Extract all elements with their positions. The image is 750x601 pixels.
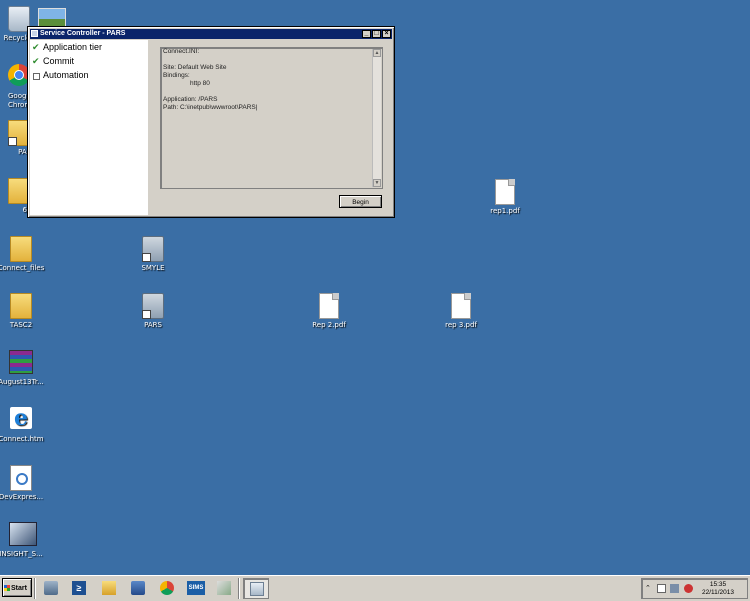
shortcut-arrow-icon — [8, 137, 17, 146]
desktop-icon-insight[interactable]: INSIGHT_S... — [0, 522, 52, 559]
desktop-icon-rep3-pdf[interactable]: rep 3.pdf — [430, 293, 492, 330]
checkmark-icon[interactable] — [32, 40, 40, 54]
close-button[interactable]: × — [382, 30, 391, 38]
system-tray: ⌃ 15:35 22/11/2013 — [641, 578, 748, 599]
shortcut-arrow-icon — [142, 310, 151, 319]
desktop-icon-label: rep1.pdf — [490, 207, 520, 215]
pdf-file-icon — [319, 293, 339, 319]
log-line: Site: Default Web Site — [163, 64, 227, 71]
clock-time: 15:35 — [709, 581, 727, 588]
taskbar-separator — [34, 578, 36, 599]
windows-logo-icon — [4, 585, 10, 591]
taskbar: Start ≥ SIMS ⌃ 15:35 22/11/2013 — [0, 575, 750, 601]
powershell-icon: ≥ — [72, 581, 86, 595]
desktop-icon-connect-files[interactable]: Connect_files — [0, 236, 52, 273]
output-log[interactable]: Connect.INI: Site: Default Web Site Bind… — [160, 47, 383, 189]
taskbar-chrome[interactable] — [156, 578, 178, 599]
window-title: Service Controller - PARS — [40, 30, 126, 37]
start-button[interactable]: Start — [2, 578, 32, 597]
taskbar-powershell[interactable]: ≥ — [68, 578, 90, 599]
log-scrollbar[interactable]: ▲ ▼ — [372, 49, 381, 187]
taskbar-sims[interactable]: SIMS — [185, 578, 207, 599]
service-controller-window: Service Controller - PARS _ □ × Applicat… — [27, 26, 395, 218]
tree-item-label: Application tier — [43, 42, 103, 52]
log-line: http 80 — [190, 80, 210, 87]
start-label: Start — [11, 585, 27, 592]
tree-item-label: Automation — [43, 70, 89, 80]
folder-icon — [10, 293, 32, 319]
insight-icon — [9, 522, 37, 546]
window-app-icon — [31, 30, 38, 37]
log-line: Path: C:\inetpub\wwwroot\PARS| — [163, 104, 258, 111]
desktop-icon-label: Connect_files — [0, 264, 45, 272]
service-tree: Application tier Commit Automation — [30, 40, 148, 215]
folder-icon — [102, 581, 116, 595]
checkbox-icon[interactable] — [33, 73, 40, 80]
action-center-flag-icon[interactable] — [657, 584, 666, 593]
desktop-icon-rep1-pdf[interactable]: rep1.pdf — [474, 179, 536, 216]
taskbar-tool[interactable] — [213, 578, 235, 599]
desktop-icon-label: rep 3.pdf — [445, 321, 477, 329]
taskbar-service-controller[interactable] — [243, 578, 269, 599]
taskbar-server-manager[interactable] — [40, 578, 62, 599]
show-hidden-icons-chevron-icon[interactable]: ⌃ — [645, 584, 654, 593]
window-titlebar[interactable]: Service Controller - PARS _ □ × — [30, 29, 392, 39]
desktop-icon-rep2-pdf[interactable]: Rep 2.pdf — [298, 293, 360, 330]
maximize-button[interactable]: □ — [372, 30, 381, 38]
desktop-icon-label: INSIGHT_S... — [0, 550, 43, 558]
tree-item-commit[interactable]: Commit — [30, 54, 148, 68]
desktop-icon-label: SMYLE — [141, 264, 165, 272]
network-status-icon[interactable] — [670, 584, 679, 593]
pdf-file-icon — [495, 179, 515, 205]
taskbar-explorer[interactable] — [98, 578, 120, 599]
log-line: Application: /PARS — [163, 96, 218, 103]
desktop-icon-tasc2[interactable]: TASC2 — [0, 293, 52, 330]
desktop-icon-label: DevExpres... — [0, 493, 44, 501]
setup-file-icon — [10, 465, 32, 491]
desktop-icon-devexpress[interactable]: DevExpres... — [0, 465, 52, 502]
chrome-icon — [160, 581, 174, 595]
tool-icon — [217, 581, 231, 595]
scroll-down-arrow-icon[interactable]: ▼ — [373, 179, 381, 187]
desktop-icon-label: Connect.htm — [0, 435, 44, 443]
log-line: Connect.INI: — [163, 48, 200, 55]
desktop-icon-label: Rep 2.pdf — [312, 321, 346, 329]
taskbar-separator — [238, 578, 240, 599]
sims-icon: SIMS — [187, 581, 205, 595]
service-controller-app-icon — [250, 582, 264, 596]
begin-button[interactable]: Begin — [339, 195, 382, 208]
pdf-file-icon — [451, 293, 471, 319]
desktop-icon-smyle[interactable]: SMYLE — [122, 236, 184, 273]
tree-item-label: Commit — [43, 56, 74, 66]
taskbar-network[interactable] — [127, 578, 149, 599]
checkmark-icon[interactable] — [32, 54, 40, 68]
desktop-icon-label: TASC2 — [9, 321, 33, 329]
clock-date: 22/11/2013 — [701, 589, 735, 596]
desktop-icon-label: August13Tr... — [0, 378, 44, 386]
internet-explorer-icon: e — [10, 407, 32, 429]
scroll-up-arrow-icon[interactable]: ▲ — [373, 49, 381, 57]
clock[interactable]: 15:35 22/11/2013 — [692, 581, 744, 597]
desktop-icon-pars[interactable]: PARS — [122, 293, 184, 330]
desktop-icon-connect-htm[interactable]: e Connect.htm — [0, 407, 52, 444]
desktop-icon-label: PARS — [144, 321, 162, 329]
minimize-button[interactable]: _ — [362, 30, 371, 38]
tree-item-automation[interactable]: Automation — [30, 68, 148, 82]
tree-item-application-tier[interactable]: Application tier — [30, 40, 148, 54]
network-icon — [131, 581, 145, 595]
archive-icon — [9, 350, 33, 374]
server-manager-icon — [44, 581, 58, 595]
log-line: Bindings: — [163, 72, 190, 79]
desktop-icon-august13[interactable]: August13Tr... — [0, 350, 52, 387]
shortcut-arrow-icon — [142, 253, 151, 262]
folder-icon — [10, 236, 32, 262]
